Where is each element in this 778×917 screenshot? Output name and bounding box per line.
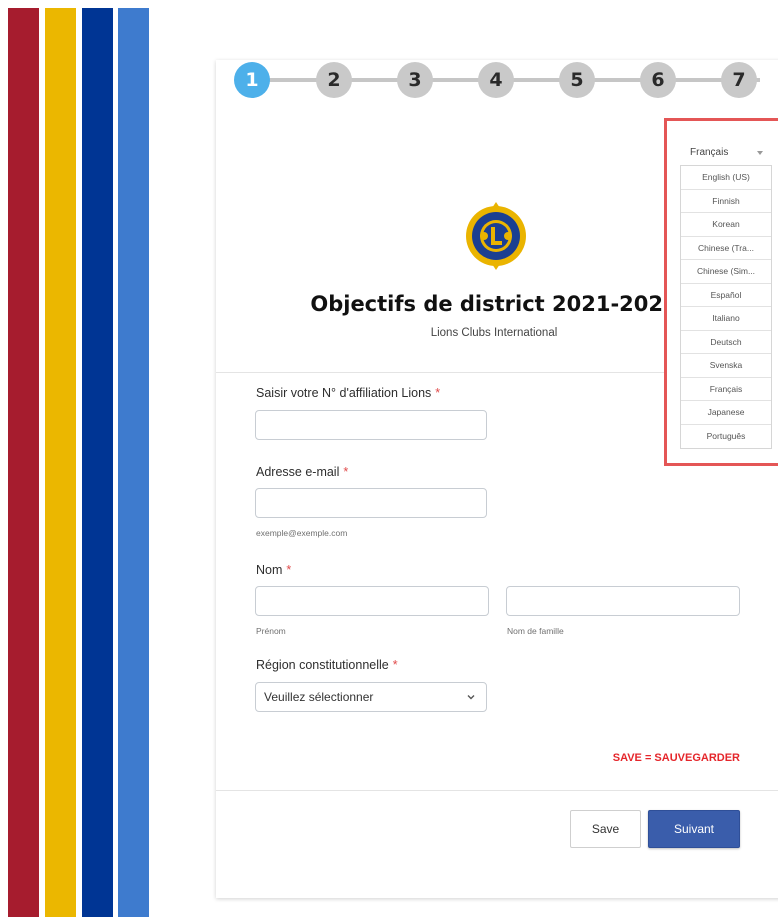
language-option[interactable]: Svenska — [681, 354, 771, 378]
last-name-input[interactable] — [506, 586, 740, 616]
last-name-hint: Nom de famille — [507, 626, 564, 636]
email-label-text: Adresse e-mail — [256, 465, 340, 479]
dropdown-caret-icon[interactable] — [757, 151, 763, 155]
step-6[interactable]: 6 — [640, 62, 676, 98]
language-option[interactable]: Korean — [681, 213, 771, 237]
name-label-text: Nom — [256, 563, 283, 577]
language-select[interactable]: Français — [690, 147, 728, 158]
language-option[interactable]: Finnish — [681, 190, 771, 213]
step-5[interactable]: 5 — [559, 62, 595, 98]
step-7[interactable]: 7 — [721, 62, 757, 98]
language-option[interactable]: Italiano — [681, 307, 771, 331]
first-name-hint: Prénom — [256, 626, 286, 636]
step-1[interactable]: 1 — [234, 62, 270, 98]
chevron-down-icon — [467, 695, 475, 700]
stripe-navy — [82, 8, 113, 917]
membership-number-input[interactable] — [255, 410, 487, 440]
lions-clubs-logo — [466, 202, 526, 270]
save-button[interactable]: Save — [570, 810, 641, 848]
step-4[interactable]: 4 — [478, 62, 514, 98]
required-mark: * — [343, 465, 349, 479]
language-option[interactable]: Español — [681, 284, 771, 307]
email-input[interactable] — [255, 488, 487, 518]
stripe-blue — [118, 8, 149, 917]
language-option[interactable]: English (US) — [681, 166, 771, 190]
required-mark: * — [392, 658, 398, 672]
step-2[interactable]: 2 — [316, 62, 352, 98]
region-select-value: Veuillez sélectionner — [264, 690, 374, 704]
language-option[interactable]: Deutsch — [681, 331, 771, 354]
save-note: SAVE = SAUVEGARDER — [612, 752, 740, 764]
email-hint: exemple@exemple.com — [256, 528, 348, 538]
step-3[interactable]: 3 — [397, 62, 433, 98]
first-name-input[interactable] — [255, 586, 489, 616]
language-options-list: English (US) Finnish Korean Chinese (Tra… — [680, 165, 772, 449]
language-option[interactable]: Japanese — [681, 401, 771, 425]
required-mark: * — [435, 386, 441, 400]
stripe-red — [8, 8, 39, 917]
footer-divider — [216, 790, 778, 791]
required-mark: * — [286, 563, 292, 577]
region-select[interactable]: Veuillez sélectionner — [255, 682, 487, 712]
membership-label-text: Saisir votre N° d'affiliation Lions — [256, 386, 432, 400]
region-label-text: Région constitutionnelle — [256, 658, 389, 672]
email-label: Adresse e-mail * — [256, 465, 348, 479]
language-option[interactable]: Chinese (Tra... — [681, 237, 771, 260]
name-label: Nom * — [256, 563, 291, 577]
stripe-gold — [45, 8, 76, 917]
membership-label: Saisir votre N° d'affiliation Lions * — [256, 386, 440, 400]
language-option[interactable]: Français — [681, 378, 771, 401]
region-label: Région constitutionnelle * — [256, 658, 398, 672]
language-option[interactable]: Chinese (Sim... — [681, 260, 771, 284]
next-button[interactable]: Suivant — [648, 810, 740, 848]
language-option[interactable]: Português — [681, 425, 771, 449]
